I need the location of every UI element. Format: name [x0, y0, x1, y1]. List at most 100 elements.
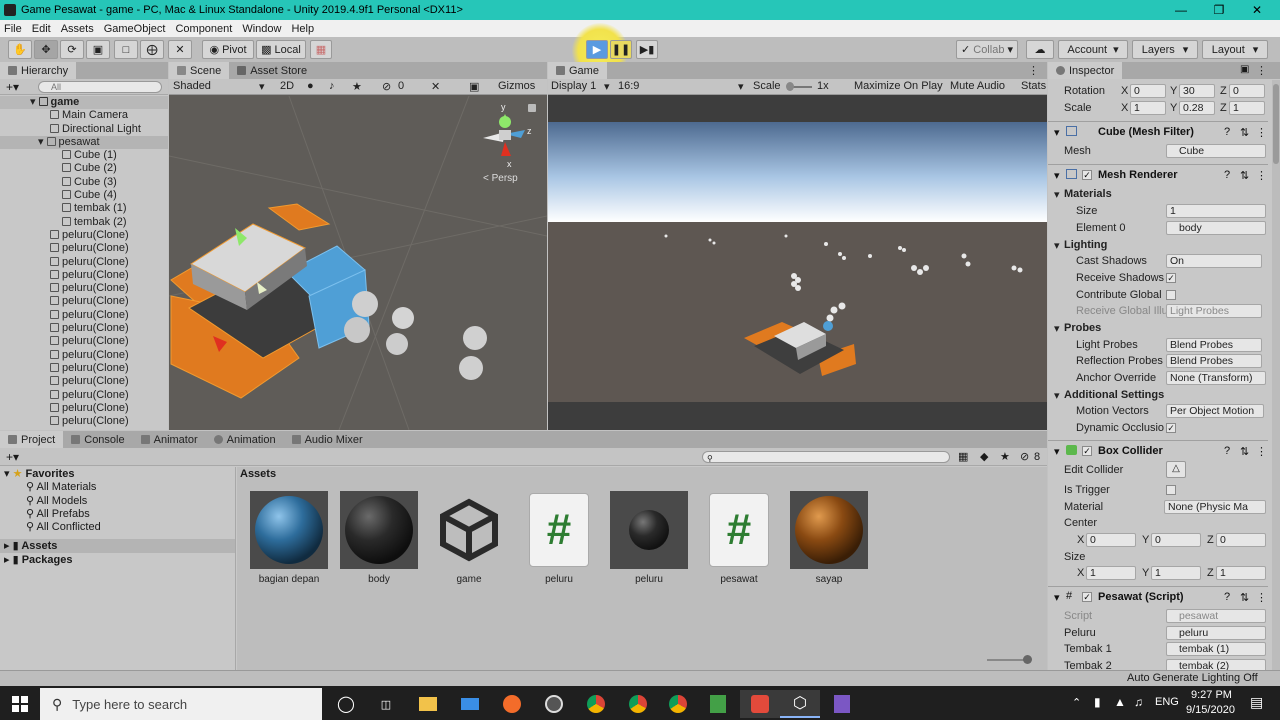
- help-icon[interactable]: ?: [1224, 126, 1230, 138]
- favorite-item[interactable]: ⚲ All Models: [0, 494, 235, 507]
- reflection-probes-dropdown[interactable]: Blend Probes: [1166, 354, 1262, 368]
- mail-button[interactable]: [450, 690, 490, 718]
- tab-scene[interactable]: Scene: [169, 62, 230, 79]
- help-icon[interactable]: ?: [1224, 169, 1230, 181]
- menu-help[interactable]: Help: [291, 23, 314, 35]
- tab-animation[interactable]: Animation: [206, 431, 284, 448]
- panel-menu-icon[interactable]: ⋮: [1256, 64, 1267, 77]
- dynamic-occlusion-checkbox[interactable]: ✓: [1166, 423, 1176, 433]
- menu-file[interactable]: File: [4, 23, 22, 35]
- size-y-field[interactable]: 1: [1151, 566, 1201, 580]
- favorite-icon[interactable]: ★: [1000, 450, 1010, 463]
- network-icon[interactable]: ▲: [1114, 695, 1126, 709]
- plus-icon[interactable]: +▾: [6, 450, 19, 464]
- tab-console[interactable]: Console: [63, 431, 132, 448]
- hierarchy-item[interactable]: peluru(Clone): [0, 362, 168, 375]
- rect-tool-button[interactable]: □: [114, 40, 138, 59]
- hierarchy-item[interactable]: Cube (1): [0, 149, 168, 162]
- spreadsheet-button[interactable]: [698, 690, 738, 718]
- collider-material-field[interactable]: None (Physic Ma: [1164, 500, 1266, 514]
- audio-icon[interactable]: ♪: [329, 80, 335, 92]
- maximize-button[interactable]: ❐: [1200, 0, 1238, 20]
- mesh-filter-header[interactable]: ▾ Cube (Mesh Filter) ? ⇅ ⋮: [1048, 121, 1268, 141]
- plus-icon[interactable]: +▾: [6, 80, 19, 94]
- effects-icon[interactable]: ★: [352, 80, 362, 93]
- mesh-field[interactable]: Cube: [1166, 144, 1266, 158]
- scale-z-field[interactable]: 1: [1229, 101, 1265, 115]
- materials-size-field[interactable]: 1: [1166, 204, 1266, 218]
- favorite-item[interactable]: ⚲ All Materials: [0, 480, 235, 493]
- tab-asset-store[interactable]: Asset Store: [229, 62, 315, 79]
- script-enabled-checkbox[interactable]: ✓: [1082, 592, 1092, 602]
- obs-button[interactable]: [534, 690, 574, 718]
- hierarchy-item[interactable]: peluru(Clone): [0, 335, 168, 348]
- box-collider-header[interactable]: ▾ ✓ Box Collider ? ⇅ ⋮: [1048, 440, 1268, 460]
- asset-sayap[interactable]: sayap: [790, 491, 868, 585]
- hierarchy-item[interactable]: peluru(Clone): [0, 229, 168, 242]
- hierarchy-item[interactable]: peluru(Clone): [0, 402, 168, 415]
- tembak1-field[interactable]: tembak (1): [1166, 642, 1266, 656]
- hierarchy-item[interactable]: peluru(Clone): [0, 269, 168, 282]
- peluru-field[interactable]: peluru: [1166, 626, 1266, 640]
- scale-tool-button[interactable]: ▣: [86, 40, 110, 59]
- asset-peluru-script[interactable]: # peluru: [520, 491, 598, 585]
- task-view-button[interactable]: ◫: [366, 690, 406, 718]
- component-menu-icon[interactable]: ⋮: [1256, 591, 1267, 604]
- asset-bagian-depan[interactable]: bagian depan: [250, 491, 328, 585]
- tab-hierarchy[interactable]: Hierarchy: [0, 62, 77, 79]
- minimize-button[interactable]: —: [1162, 0, 1200, 20]
- transform-tool-button[interactable]: ⨁: [140, 40, 164, 59]
- volume-icon[interactable]: ♫: [1134, 695, 1143, 709]
- lighting-icon[interactable]: ●: [307, 80, 314, 92]
- local-button[interactable]: ▩ Local: [256, 40, 306, 59]
- hierarchy-item[interactable]: peluru(Clone): [0, 375, 168, 388]
- notification-icon[interactable]: ▤: [1250, 694, 1263, 711]
- rotate-tool-button[interactable]: ⟳: [60, 40, 84, 59]
- help-icon[interactable]: ?: [1224, 591, 1230, 603]
- motion-vectors-dropdown[interactable]: Per Object Motion: [1166, 404, 1264, 418]
- tab-audio-mixer[interactable]: Audio Mixer: [284, 431, 371, 448]
- asset-body[interactable]: body: [340, 491, 418, 585]
- component-menu-icon[interactable]: ⋮: [1256, 445, 1267, 458]
- game-viewport[interactable]: [548, 96, 1047, 430]
- hierarchy-item[interactable]: Main Camera: [0, 109, 168, 122]
- hierarchy-item[interactable]: tembak (2): [0, 216, 168, 229]
- anchor-override-field[interactable]: None (Transform): [1166, 371, 1266, 385]
- size-x-field[interactable]: 1: [1086, 566, 1136, 580]
- light-probes-dropdown[interactable]: Blend Probes: [1166, 338, 1262, 352]
- shading-dropdown[interactable]: Shaded: [173, 80, 211, 92]
- scene-orientation-gizmo[interactable]: y z x < Persp: [475, 100, 545, 190]
- edit-collider-button[interactable]: △: [1166, 461, 1186, 478]
- play-button[interactable]: ▶: [586, 40, 608, 59]
- lock-icon[interactable]: ▣: [1240, 64, 1249, 75]
- camera-icon[interactable]: ▣: [469, 80, 479, 93]
- lighting-foldout[interactable]: ▾ Lighting: [1048, 237, 1268, 253]
- assets-folder-item[interactable]: ▸ ▮ Assets: [0, 539, 235, 553]
- chrome-profile-button[interactable]: [618, 690, 658, 718]
- receive-shadows-checkbox[interactable]: ✓: [1166, 273, 1176, 283]
- inspector-scrollbar[interactable]: [1272, 80, 1280, 670]
- probes-foldout[interactable]: ▾ Probes: [1048, 320, 1268, 336]
- custom-tool-button[interactable]: ✕: [168, 40, 192, 59]
- scene-root-row[interactable]: ▾ game: [0, 96, 168, 110]
- mute-audio-toggle[interactable]: Mute Audio: [950, 80, 1005, 92]
- camtasia-button[interactable]: [740, 690, 780, 718]
- rotation-x-field[interactable]: 0: [1130, 84, 1166, 98]
- tembak2-field[interactable]: tembak (2): [1166, 659, 1266, 670]
- mesh-renderer-header[interactable]: ▾ ✓ Mesh Renderer ? ⇅ ⋮: [1048, 164, 1268, 184]
- tab-project[interactable]: Project: [0, 431, 64, 448]
- menu-window[interactable]: Window: [242, 23, 281, 35]
- rotation-z-field[interactable]: 0: [1229, 84, 1265, 98]
- lock-icon[interactable]: [528, 104, 536, 112]
- asset-peluru-prefab[interactable]: peluru: [610, 491, 688, 585]
- pivot-button[interactable]: ◉ Pivot: [202, 40, 254, 59]
- hierarchy-item[interactable]: peluru(Clone): [0, 349, 168, 362]
- toggle-2d-button[interactable]: 2D: [280, 80, 294, 92]
- cortana-button[interactable]: ◯: [326, 690, 366, 718]
- move-tool-button[interactable]: ✥: [34, 40, 58, 59]
- hand-tool-button[interactable]: ✋: [8, 40, 32, 59]
- hierarchy-item[interactable]: peluru(Clone): [0, 256, 168, 269]
- settings-icon[interactable]: ⇅: [1240, 126, 1249, 139]
- element0-field[interactable]: body: [1166, 221, 1266, 235]
- close-button[interactable]: ✕: [1238, 0, 1276, 20]
